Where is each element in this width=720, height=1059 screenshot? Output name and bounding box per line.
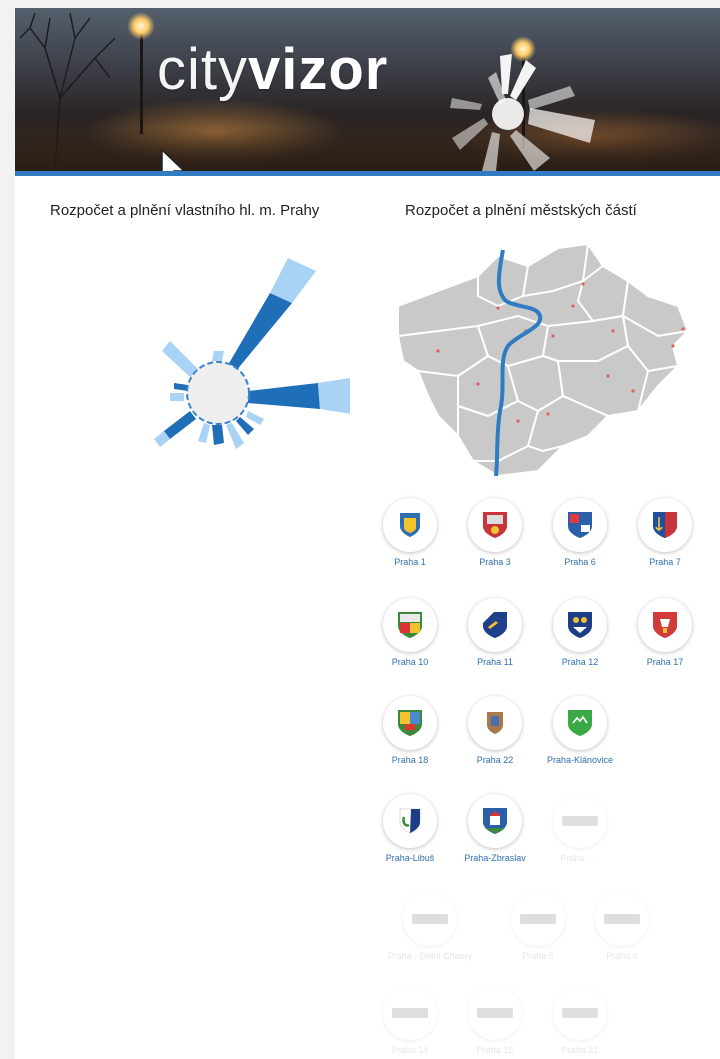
district-praha-zbraslav[interactable]: Praha-Zbraslav bbox=[455, 794, 535, 863]
coat-of-arms-icon bbox=[468, 498, 522, 552]
district-label[interactable]: Praha 18 bbox=[370, 755, 450, 765]
district-praha-libus[interactable]: Praha-Libuš bbox=[370, 794, 450, 863]
coat-of-arms-icon bbox=[638, 598, 692, 652]
coat-of-arms-icon bbox=[383, 696, 437, 750]
header-banner[interactable]: cityvizor bbox=[15, 8, 720, 171]
radial-bar[interactable] bbox=[248, 383, 320, 409]
district-label[interactable]: Praha 22 bbox=[455, 755, 535, 765]
radial-bar[interactable] bbox=[162, 341, 198, 377]
district-praha-7[interactable]: Praha 7 bbox=[625, 498, 705, 567]
district-label[interactable]: Praha 7 bbox=[625, 557, 705, 567]
district-label[interactable]: Praha-Zbraslav bbox=[455, 853, 535, 863]
placeholder-crest-icon bbox=[595, 892, 649, 946]
street-lamp-icon bbox=[127, 12, 155, 40]
coat-of-arms-icon bbox=[468, 794, 522, 848]
district-label[interactable]: Praha 14 bbox=[370, 1045, 450, 1055]
district-label[interactable]: Praha 11 bbox=[455, 657, 535, 667]
district-praha-12[interactable]: Praha 12 bbox=[540, 598, 620, 667]
header-accent-line bbox=[15, 171, 720, 176]
district-label[interactable]: Praha - Dolní Chabry bbox=[375, 951, 485, 961]
logo-text-bold: vizor bbox=[248, 37, 389, 102]
district-praha-klanovice[interactable]: Praha-Klánovice bbox=[540, 696, 620, 765]
district-praha-11[interactable]: Praha 11 bbox=[455, 598, 535, 667]
radial-bar[interactable] bbox=[164, 411, 196, 439]
district-unavailable[interactable]: Praha 15 bbox=[455, 986, 535, 1055]
district-praha-6[interactable]: Praha 6 bbox=[540, 498, 620, 567]
radial-bar[interactable] bbox=[246, 411, 264, 425]
district-praha-1[interactable]: Praha 1 bbox=[370, 498, 450, 567]
district-unavailable[interactable]: Praha 14 bbox=[370, 986, 450, 1055]
district-praha-17[interactable]: Praha 17 bbox=[625, 598, 705, 667]
district-label[interactable]: Praha - ... bbox=[540, 853, 620, 863]
district-praha-10[interactable]: Praha 10 bbox=[370, 598, 450, 667]
lamp-post bbox=[140, 34, 143, 134]
district-label[interactable]: Praha 10 bbox=[370, 657, 450, 667]
radial-bar[interactable] bbox=[174, 383, 188, 391]
coat-of-arms-icon bbox=[468, 598, 522, 652]
district-label[interactable]: Praha 17 bbox=[625, 657, 705, 667]
radial-bar[interactable] bbox=[318, 377, 350, 415]
district-label[interactable]: Praha-Klánovice bbox=[540, 755, 620, 765]
coat-of-arms-icon bbox=[383, 598, 437, 652]
page: cityvizor Rozpočet a plnění vlastního hl… bbox=[15, 8, 720, 1059]
coat-of-arms-icon bbox=[553, 498, 607, 552]
district-unavailable[interactable]: Praha 21 bbox=[540, 986, 620, 1055]
coat-of-arms-icon bbox=[383, 794, 437, 848]
district-label[interactable]: Praha 5 bbox=[498, 951, 578, 961]
radial-bar[interactable] bbox=[170, 393, 184, 401]
districts-budget-title[interactable]: Rozpočet a plnění městských částí bbox=[405, 202, 637, 219]
district-label[interactable]: Praha 1 bbox=[370, 557, 450, 567]
placeholder-crest-icon bbox=[553, 794, 607, 848]
city-budget-title[interactable]: Rozpočet a plnění vlastního hl. m. Prahy bbox=[50, 202, 319, 219]
placeholder-crest-icon bbox=[383, 986, 437, 1040]
radial-bar[interactable] bbox=[198, 423, 210, 443]
district-unavailable[interactable]: Praha - Dolní Chabry bbox=[375, 892, 485, 961]
logo-sunburst-icon bbox=[450, 54, 595, 171]
mouse-cursor-icon bbox=[161, 148, 186, 171]
district-label[interactable]: Praha 6 bbox=[540, 557, 620, 567]
district-label[interactable]: Praha 12 bbox=[540, 657, 620, 667]
district-label[interactable]: Praha 4 bbox=[582, 951, 662, 961]
district-unavailable[interactable]: Praha 5 bbox=[498, 892, 578, 961]
placeholder-crest-icon bbox=[553, 986, 607, 1040]
district-unavailable[interactable]: Praha - ... bbox=[540, 794, 620, 863]
radial-bar[interactable] bbox=[212, 425, 224, 445]
district-label[interactable]: Praha-Libuš bbox=[370, 853, 450, 863]
district-label[interactable]: Praha 3 bbox=[455, 557, 535, 567]
coat-of-arms-icon bbox=[553, 598, 607, 652]
placeholder-crest-icon bbox=[403, 892, 457, 946]
budget-radial-chart[interactable] bbox=[130, 248, 350, 463]
district-praha-22[interactable]: Praha 22 bbox=[455, 696, 535, 765]
district-praha-3[interactable]: Praha 3 bbox=[455, 498, 535, 567]
district-label[interactable]: Praha 21 bbox=[540, 1045, 620, 1055]
placeholder-crest-icon bbox=[511, 892, 565, 946]
cityvizor-logo[interactable]: cityvizor bbox=[157, 38, 388, 102]
prague-districts-map[interactable] bbox=[378, 236, 698, 476]
district-label[interactable]: Praha 15 bbox=[455, 1045, 535, 1055]
radial-bar[interactable] bbox=[228, 293, 292, 371]
logo-text-light: city bbox=[157, 37, 248, 102]
placeholder-crest-icon bbox=[468, 986, 522, 1040]
coat-of-arms-icon bbox=[383, 498, 437, 552]
coat-of-arms-icon bbox=[468, 696, 522, 750]
radial-bar[interactable] bbox=[212, 351, 224, 361]
banner-ground bbox=[15, 128, 720, 171]
district-unavailable[interactable]: Praha 4 bbox=[582, 892, 662, 961]
coat-of-arms-icon bbox=[638, 498, 692, 552]
coat-of-arms-icon bbox=[553, 696, 607, 750]
district-praha-18[interactable]: Praha 18 bbox=[370, 696, 450, 765]
